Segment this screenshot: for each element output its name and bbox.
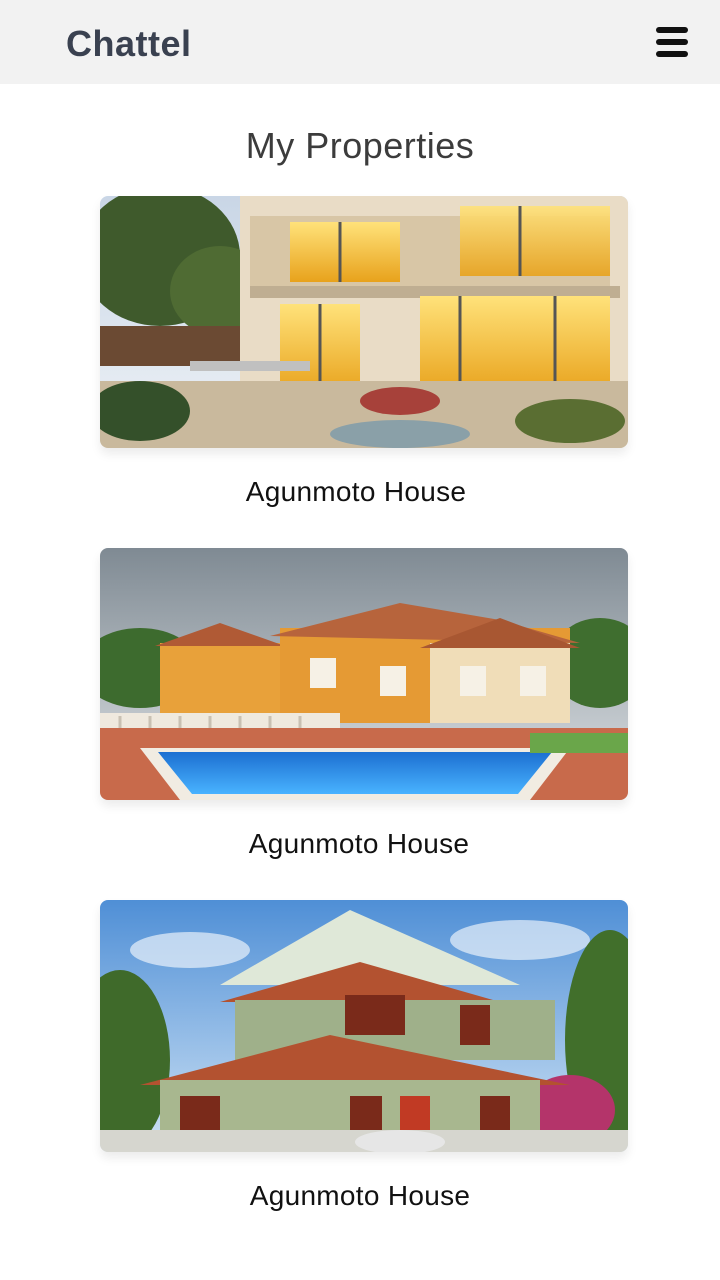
brand-logo-text[interactable]: Chattel <box>66 22 192 66</box>
property-card[interactable]: Agunmoto House <box>100 548 628 859</box>
property-name[interactable]: Agunmoto House <box>92 474 620 510</box>
menu-bar <box>656 39 688 45</box>
property-name[interactable]: Agunmoto House <box>96 1178 624 1214</box>
property-name[interactable]: Agunmoto House <box>95 826 623 862</box>
villa-with-pool-photo <box>100 548 628 800</box>
page-title: My Properties <box>245 125 475 166</box>
menu-bar <box>656 27 688 33</box>
hamburger-menu-icon[interactable] <box>654 24 690 60</box>
property-image[interactable] <box>100 548 628 800</box>
two-storey-house-photo <box>100 900 628 1152</box>
property-card[interactable]: Agunmoto House <box>100 196 628 507</box>
modern-villa-patio-photo <box>100 196 628 448</box>
top-navbar: Chattel <box>0 0 720 84</box>
property-image[interactable] <box>100 196 628 448</box>
menu-bar <box>656 51 688 57</box>
property-image[interactable] <box>100 900 628 1152</box>
property-card[interactable]: Agunmoto House <box>100 900 628 1211</box>
